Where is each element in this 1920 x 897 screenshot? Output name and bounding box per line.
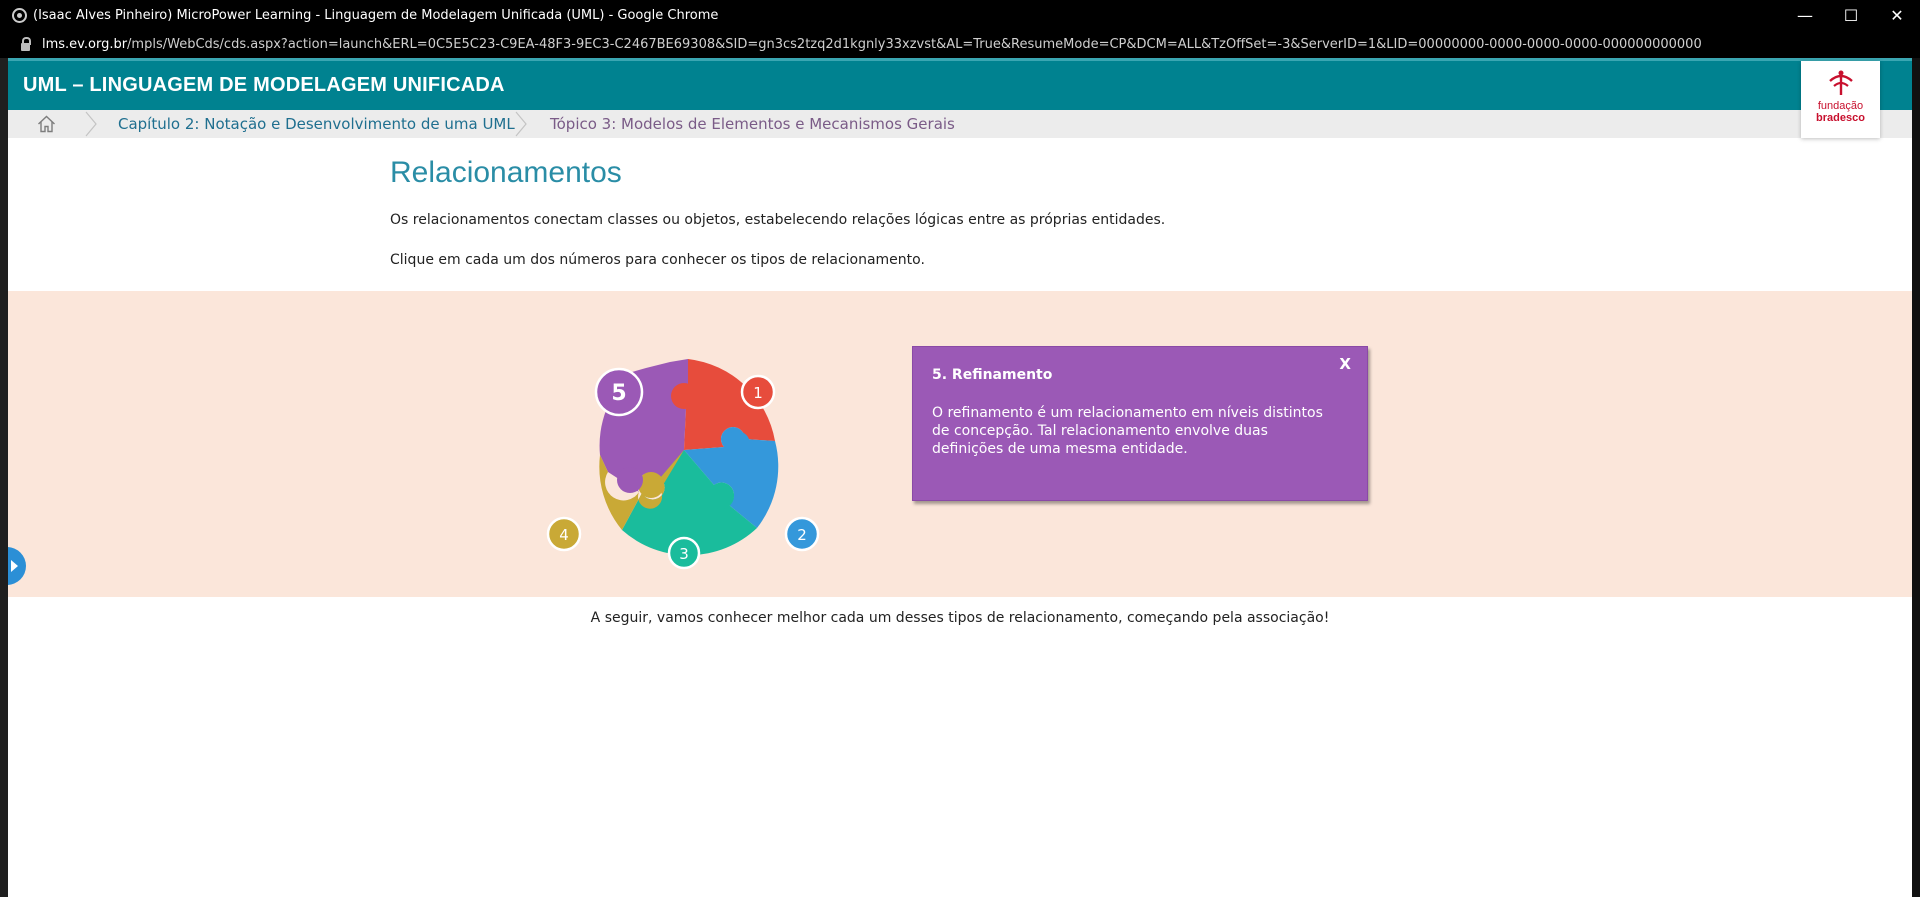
close-window-button[interactable]: ✕ (1874, 0, 1920, 31)
badge-4[interactable]: 4 (546, 516, 582, 552)
url-text[interactable]: lms.ev.org.br/mpls/WebCds/cds.aspx?actio… (42, 37, 1702, 52)
breadcrumb: Capítulo 2: Notação e Desenvolvimento de… (8, 110, 1912, 138)
logo-text-fundacao: fundação (1817, 100, 1864, 112)
bottom-paragraph: A seguir, vamos conhecer melhor cada um … (590, 610, 1330, 626)
instruction-paragraph: Clique em cada um dos números para conhe… (390, 252, 925, 268)
window-controls: — ☐ ✕ (1782, 0, 1920, 31)
chrome-icon (12, 8, 27, 23)
badge-4-label: 4 (559, 526, 569, 544)
window-title: (Isaac Alves Pinheiro) MicroPower Learni… (33, 8, 719, 23)
badge-1-label: 1 (753, 384, 763, 402)
refinamento-popup: X 5. Refinamento O refinamento é um rela… (912, 346, 1368, 501)
maximize-button[interactable]: ☐ (1828, 0, 1874, 31)
popup-title: 5. Refinamento (932, 367, 1053, 383)
breadcrumb-separator-icon (514, 110, 528, 142)
popup-body: O refinamento é um relacionamento em nív… (932, 405, 1323, 457)
url-host: lms.ev.org.br (42, 37, 128, 52)
badge-1[interactable]: 1 (740, 374, 776, 410)
logo-text-bradesco: bradesco (1816, 112, 1865, 124)
minimize-button[interactable]: — (1782, 0, 1828, 31)
badge-2[interactable]: 2 (784, 516, 820, 552)
header-top-line (8, 58, 1912, 61)
badge-5[interactable]: 5 (594, 367, 644, 417)
fundacao-bradesco-logo: fundação bradesco (1801, 61, 1880, 138)
page-viewport: UML – LINGUAGEM DE MODELAGEM UNIFICADA C… (8, 58, 1912, 897)
badge-3-overlay[interactable]: 3 (667, 536, 701, 570)
course-title: UML – LINGUAGEM DE MODELAGEM UNIFICADA (23, 74, 505, 96)
badge-2-label: 2 (797, 526, 807, 544)
breadcrumb-separator-icon (84, 110, 98, 142)
address-bar[interactable]: lms.ev.org.br/mpls/WebCds/cds.aspx?actio… (0, 31, 1920, 58)
badge-3-label: 3 (679, 545, 689, 563)
lock-icon (21, 36, 31, 51)
url-path: /mpls/WebCds/cds.aspx?action=launch&ERL=… (127, 37, 1702, 52)
breadcrumb-topic[interactable]: Tópico 3: Modelos de Elementos e Mecanis… (550, 115, 955, 133)
breadcrumb-chapter[interactable]: Capítulo 2: Notação e Desenvolvimento de… (118, 115, 515, 133)
home-icon[interactable] (37, 115, 56, 137)
left-frame-edge (0, 58, 8, 897)
browser-titlebar: (Isaac Alves Pinheiro) MicroPower Learni… (0, 0, 1920, 31)
popup-close-button[interactable]: X (1339, 355, 1351, 373)
bradesco-tree-icon (1828, 70, 1853, 95)
intro-paragraph: Os relacionamentos conectam classes ou o… (390, 212, 1166, 228)
page-title: Relacionamentos (390, 156, 622, 189)
right-frame-edge (1912, 58, 1920, 897)
course-header: UML – LINGUAGEM DE MODELAGEM UNIFICADA (8, 58, 1912, 110)
badge-5-label: 5 (611, 381, 626, 406)
